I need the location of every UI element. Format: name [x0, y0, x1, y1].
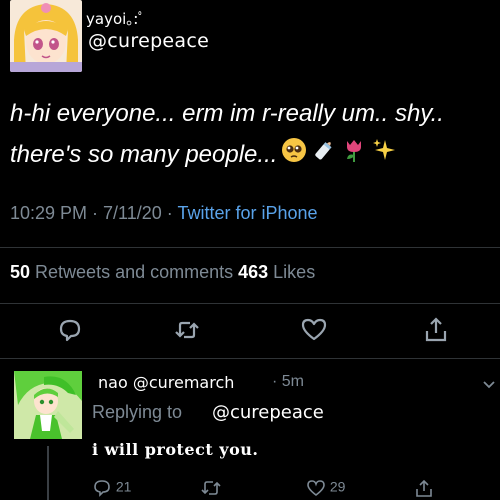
reply-timestamp: · 5m [272, 373, 304, 390]
tweet-text-line-2: there's so many people... [10, 134, 500, 176]
reply-like-count: 29 [329, 478, 346, 495]
divider [0, 247, 500, 248]
replying-to-label: Replying to [92, 402, 183, 422]
reply-display-name[interactable]: nao @curemarch [98, 373, 234, 392]
retweet-icon [201, 481, 221, 495]
reply-reply-button[interactable]: 21 [92, 478, 131, 498]
tweet-stats: 50 Retweets and comments 463 Likes [10, 262, 315, 283]
tweet-text-line-2-text: there's so many people... [10, 141, 278, 168]
like-button[interactable] [300, 316, 328, 344]
likes-count[interactable]: 463 [238, 262, 268, 282]
heart-icon [307, 480, 325, 497]
tweet-text-line-1: h-hi everyone... erm im r-really um.. sh… [10, 100, 444, 127]
share-button[interactable] [422, 316, 450, 344]
chevron-down-icon[interactable] [482, 375, 496, 394]
tulip-icon [341, 135, 367, 176]
reply-reply-count: 21 [115, 478, 132, 495]
retweet-button[interactable] [173, 316, 201, 344]
reply-retweet-button[interactable] [200, 478, 222, 498]
divider [0, 358, 500, 359]
share-icon [416, 479, 432, 497]
baby-bottle-icon [311, 135, 337, 176]
thread-line [47, 446, 49, 500]
reply-share-button[interactable] [414, 478, 434, 498]
avatar[interactable] [10, 0, 82, 72]
tweet-meta: 10:29 PM · 7/11/20 · Twitter for iPhone [10, 203, 318, 224]
retweet-icon [175, 321, 199, 339]
tweet-timestamp: 10:29 PM · 7/11/20 · [10, 203, 178, 223]
reply-icon [59, 319, 81, 342]
retweets-label[interactable]: Retweets and comments [30, 262, 238, 282]
reply-icon [94, 480, 110, 497]
tweet-text: h-hi everyone... erm im r-really um.. sh… [10, 93, 500, 176]
tweet-source-link[interactable]: Twitter for iPhone [177, 203, 317, 223]
reply-avatar[interactable] [14, 371, 82, 439]
likes-label[interactable]: Likes [268, 262, 315, 282]
heart-icon [301, 318, 327, 341]
reply-text: i will protect you. [92, 440, 259, 459]
reply-like-button[interactable]: 29 [306, 478, 345, 498]
display-name[interactable]: yayoi｡:ﾟ [86, 8, 145, 29]
reply-button[interactable] [56, 316, 84, 344]
sparkles-icon [371, 135, 397, 176]
divider [0, 303, 500, 304]
replying-to-handle[interactable]: @curepeace [212, 402, 324, 423]
user-handle[interactable]: @curepeace [88, 30, 209, 52]
retweets-count[interactable]: 50 [10, 262, 30, 282]
pleading-face-icon [281, 135, 307, 176]
share-icon [425, 317, 447, 342]
